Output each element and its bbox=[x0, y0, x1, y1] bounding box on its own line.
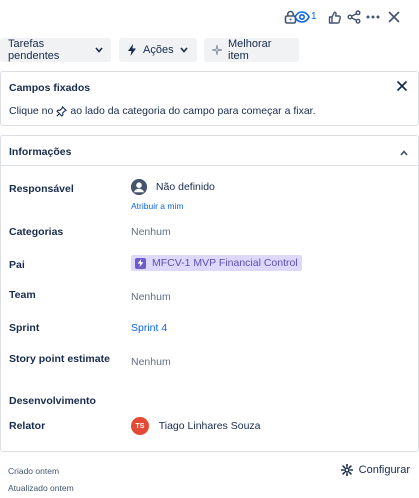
team-label: Team bbox=[9, 289, 36, 301]
reporter-label: Relator bbox=[9, 420, 46, 432]
gear-icon bbox=[340, 464, 353, 476]
status-dropdown-button[interactable]: Tarefas pendentes bbox=[0, 38, 111, 62]
story-points-label: Story point estimate bbox=[9, 353, 110, 365]
sprint-value[interactable]: Sprint 4 bbox=[131, 322, 167, 334]
issue-action-bar: Tarefas pendentes Ações Melhorar item bbox=[0, 38, 419, 62]
improve-label: Melhorar item bbox=[228, 38, 272, 62]
issue-footer: Criado ontem Atualizado ontem Configurar bbox=[0, 460, 419, 498]
share-icon[interactable] bbox=[346, 9, 362, 25]
issue-top-toolbar: 1 bbox=[0, 0, 419, 34]
avatar: TS bbox=[131, 417, 149, 435]
pinned-fields-panel: Campos fixados Clique no ao lado da cate… bbox=[0, 71, 419, 126]
assign-to-me-link[interactable]: Atribuir a mim bbox=[131, 201, 183, 211]
configure-label: Configurar bbox=[358, 464, 410, 476]
watch-eye-icon[interactable] bbox=[294, 9, 310, 25]
reporter-value[interactable]: TS Tiago Linhares Souza bbox=[131, 417, 261, 435]
hint-text-after: ao lado da categoria do campo para começ… bbox=[70, 105, 316, 117]
assignee-name: Não definido bbox=[155, 180, 215, 193]
sprint-label: Sprint bbox=[9, 322, 40, 334]
watch-count[interactable]: 1 bbox=[311, 11, 317, 22]
chevron-down-icon bbox=[95, 47, 103, 53]
pinned-fields-hint: Clique no ao lado da categoria do campo … bbox=[9, 105, 316, 117]
default-avatar-icon bbox=[131, 179, 147, 195]
epic-icon bbox=[135, 257, 146, 269]
lightning-icon bbox=[127, 44, 137, 56]
improve-item-button[interactable]: Melhorar item bbox=[204, 38, 299, 62]
parent-name: MFCV-1 MVP Financial Control bbox=[152, 257, 298, 269]
close-icon[interactable] bbox=[386, 9, 402, 25]
thumbs-up-icon[interactable] bbox=[326, 9, 342, 25]
parent-value[interactable]: MFCV-1 MVP Financial Control bbox=[131, 255, 302, 271]
parent-label: Pai bbox=[9, 259, 25, 271]
details-panel-title: Informações bbox=[9, 146, 72, 158]
actions-label: Ações bbox=[143, 44, 174, 56]
assignee-label: Responsável bbox=[9, 183, 74, 195]
hint-text-before: Clique no bbox=[9, 105, 54, 117]
close-icon[interactable] bbox=[397, 81, 409, 93]
configure-button[interactable]: Configurar bbox=[340, 464, 410, 476]
team-value[interactable]: Nenhum bbox=[131, 291, 171, 303]
chevron-up-icon[interactable] bbox=[400, 147, 408, 159]
categories-label: Categorias bbox=[9, 226, 64, 238]
details-panel: Informações Responsável Não definido Atr… bbox=[0, 135, 419, 452]
pinned-fields-title: Campos fixados bbox=[9, 82, 91, 94]
parent-lozenge[interactable]: MFCV-1 MVP Financial Control bbox=[131, 255, 302, 271]
assignee-value[interactable]: Não definido bbox=[131, 179, 215, 195]
story-points-value[interactable]: Nenhum bbox=[131, 356, 171, 368]
details-panel-header[interactable]: Informações bbox=[1, 136, 418, 166]
chevron-down-icon bbox=[179, 47, 188, 53]
categories-value[interactable]: Nenhum bbox=[131, 226, 171, 238]
reporter-name: Tiago Linhares Souza bbox=[158, 419, 261, 432]
created-timestamp: Criado ontem bbox=[8, 466, 60, 476]
development-label: Desenvolvimento bbox=[9, 395, 96, 407]
sparkle-icon bbox=[212, 45, 222, 55]
updated-timestamp: Atualizado ontem bbox=[8, 483, 74, 493]
actions-dropdown-button[interactable]: Ações bbox=[119, 38, 197, 62]
pin-icon bbox=[56, 105, 68, 117]
more-options-icon[interactable] bbox=[365, 9, 381, 25]
status-label: Tarefas pendentes bbox=[8, 38, 60, 62]
